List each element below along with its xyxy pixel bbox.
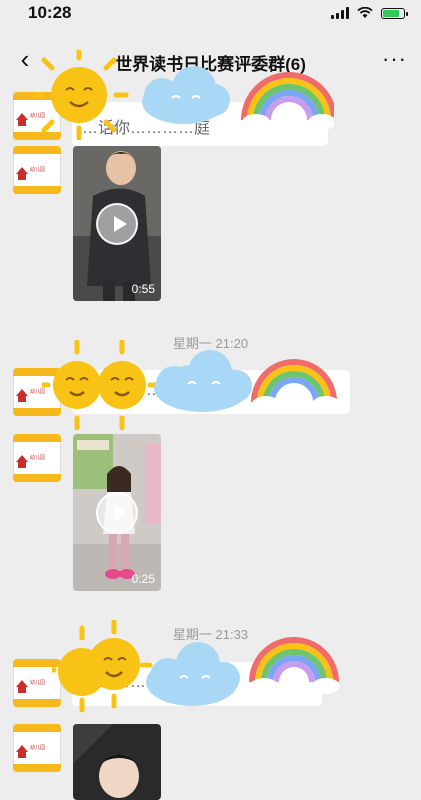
video-thumbnail	[73, 724, 161, 800]
emoji-sticker-overlay	[52, 620, 340, 713]
rainbow-icon	[251, 359, 340, 412]
cloud-icon	[154, 350, 252, 412]
clock: 10:28	[28, 3, 72, 22]
battery-icon	[381, 7, 408, 19]
sun-icon	[34, 50, 129, 140]
more-button[interactable]: ···	[382, 46, 407, 72]
cloud-icon	[142, 66, 230, 124]
avatar[interactable]: 幼儿园	[13, 146, 61, 194]
status-icons	[331, 7, 408, 19]
emoji-sticker-overlay	[42, 340, 340, 430]
play-icon[interactable]	[96, 202, 138, 245]
sun-icon	[52, 620, 153, 713]
emoji-sticker-overlay	[34, 50, 334, 140]
status-bar: 10:28	[0, 0, 421, 28]
play-icon[interactable]	[96, 491, 138, 534]
cloud-icon	[146, 642, 240, 706]
video-message[interactable]	[73, 724, 161, 800]
rainbow-icon	[241, 72, 334, 130]
video-message[interactable]: 0:55	[73, 146, 161, 301]
signal-icon	[331, 7, 349, 19]
video-message[interactable]: 0:25	[73, 434, 161, 591]
sun-icon	[42, 340, 161, 430]
video-duration: 0:25	[131, 572, 155, 586]
rainbow-icon	[249, 637, 340, 694]
video-duration: 0:55	[131, 282, 155, 296]
avatar[interactable]: 幼儿园	[13, 434, 61, 482]
wifi-icon	[357, 7, 373, 18]
avatar[interactable]: 幼儿园	[13, 724, 61, 772]
